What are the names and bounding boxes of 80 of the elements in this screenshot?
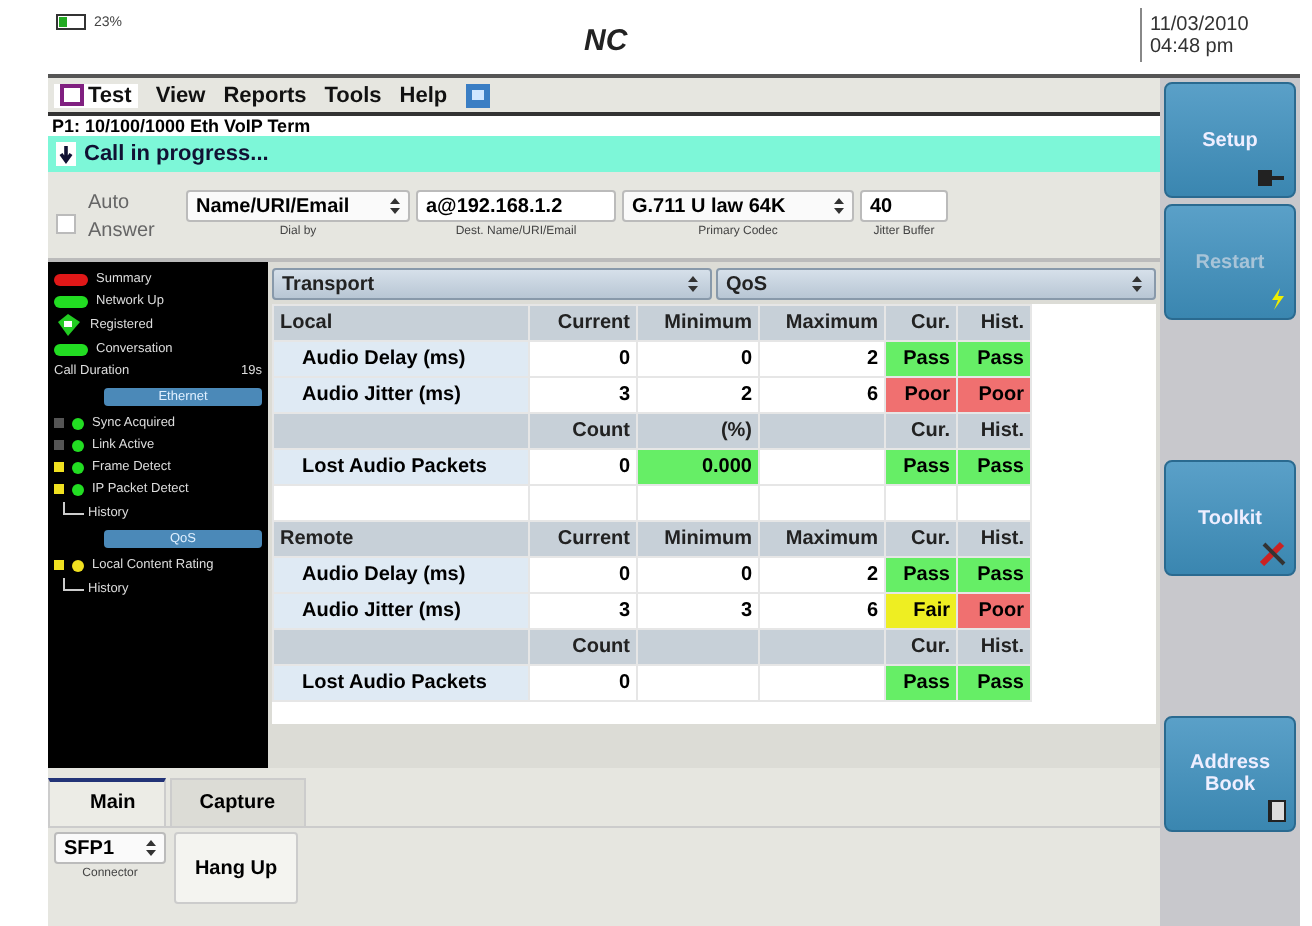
result-cell: Pass <box>957 557 1031 593</box>
table-cell: 2 <box>759 341 885 377</box>
dropdown[interactable]: Transport <box>272 268 712 300</box>
time: 04:48 pm <box>1150 36 1236 58</box>
column-header: Cur. <box>885 413 957 449</box>
result-cell: Pass <box>885 665 957 701</box>
connector-dropdown[interactable]: SFP1 <box>54 832 166 864</box>
tab[interactable]: Main <box>48 778 166 826</box>
table-cell: Audio Delay (ms) <box>273 557 529 593</box>
menu-item[interactable]: Test <box>54 83 138 107</box>
table-cell: 0 <box>637 341 759 377</box>
result-cell: Fair <box>885 593 957 629</box>
table-cell: Audio Jitter (ms) <box>273 593 529 629</box>
spinner-icon <box>1132 276 1142 292</box>
column-header: Hist. <box>957 629 1031 665</box>
table-cell: Audio Delay (ms) <box>273 341 529 377</box>
dropdown[interactable]: G.711 U law 64K <box>622 190 854 222</box>
dropdown[interactable]: Name/URI/Email <box>186 190 410 222</box>
result-cell: Pass <box>885 557 957 593</box>
status-message: Call in progress... <box>84 142 269 166</box>
down-arrow-icon <box>56 142 76 166</box>
logo: NC <box>584 24 628 58</box>
tab[interactable]: Capture <box>169 778 306 826</box>
table-cell: 0 <box>529 665 637 701</box>
spinner-icon <box>146 840 156 856</box>
column-header: Maximum <box>759 305 885 341</box>
table-cell: 2 <box>759 557 885 593</box>
result-cell: Pass <box>957 665 1031 701</box>
column-header: Local <box>273 305 529 341</box>
table-cell: 0 <box>529 557 637 593</box>
result-cell: Pass <box>957 341 1031 377</box>
column-header: Current <box>529 305 637 341</box>
menu-item[interactable]: View <box>155 83 206 107</box>
result-cell: Poor <box>957 377 1031 413</box>
auto-answer-label: Auto Answer <box>88 190 157 246</box>
table-cell: Audio Jitter (ms) <box>273 377 529 413</box>
table-cell: 0.000 <box>637 449 759 485</box>
date: 11/03/2010 <box>1150 14 1251 36</box>
hang-up-button[interactable]: Hang Up <box>174 832 298 904</box>
table-cell: 0 <box>529 341 637 377</box>
result-cell: Pass <box>957 449 1031 485</box>
lightning-icon <box>1270 288 1286 310</box>
table-cell: Lost Audio Packets <box>273 449 529 485</box>
result-cell: Pass <box>885 449 957 485</box>
column-header: Cur. <box>885 305 957 341</box>
phone-icon <box>54 314 82 336</box>
input-field[interactable]: a@192.168.1.2 <box>416 190 616 222</box>
column-header: Current <box>529 521 637 557</box>
result-cell: Poor <box>885 377 957 413</box>
column-header: Count <box>529 413 637 449</box>
menu-item[interactable]: Help <box>399 83 448 107</box>
column-header: Cur. <box>885 521 957 557</box>
spinner-icon <box>688 276 698 292</box>
plug-icon <box>1258 168 1286 188</box>
column-header: Hist. <box>957 521 1031 557</box>
dropdown[interactable]: QoS <box>716 268 1156 300</box>
column-header: Hist. <box>957 305 1031 341</box>
column-header: Count <box>529 629 637 665</box>
result-cell: Pass <box>885 341 957 377</box>
spinner-icon <box>390 198 400 214</box>
menu-item[interactable]: Tools <box>324 83 382 107</box>
spinner-icon <box>834 198 844 214</box>
column-header: Remote <box>273 521 529 557</box>
column-header: Minimum <box>637 521 759 557</box>
book-icon <box>1268 800 1286 822</box>
menu-item[interactable]: Reports <box>223 83 307 107</box>
table-cell: 0 <box>637 557 759 593</box>
column-header: Minimum <box>637 305 759 341</box>
auto-answer-checkbox[interactable] <box>56 214 76 234</box>
column-header: Maximum <box>759 521 885 557</box>
input-field[interactable]: 40 <box>860 190 948 222</box>
column-header: Cur. <box>885 629 957 665</box>
table-cell: Lost Audio Packets <box>273 665 529 701</box>
column-header: Hist. <box>957 413 1031 449</box>
tools-icon <box>1260 540 1286 566</box>
column-header: (%) <box>637 413 759 449</box>
test-title: P1: 10/100/1000 Eth VoIP Term <box>48 112 1160 136</box>
result-cell: Poor <box>957 593 1031 629</box>
battery-icon <box>56 14 88 30</box>
help-icon[interactable] <box>465 83 490 107</box>
